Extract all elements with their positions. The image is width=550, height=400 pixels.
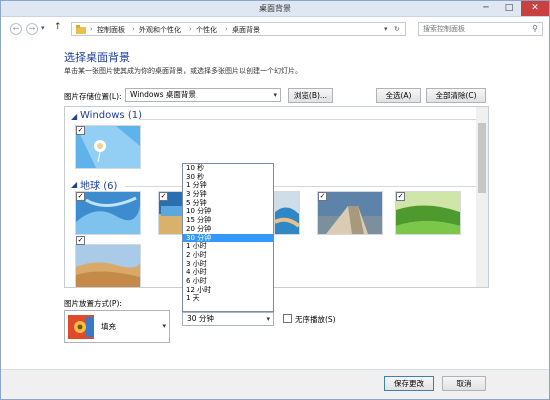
save-button[interactable]: 保存更改 — [384, 376, 434, 391]
page-description: 单击某一张图片使其成为你的桌面背景，或选择多张图片以创建一个幻灯片。 — [64, 67, 302, 75]
wallpaper-checkbox[interactable]: ✓ — [76, 192, 85, 201]
group-header-earth[interactable]: 地球 (6) — [80, 177, 117, 192]
search-input[interactable] — [419, 23, 524, 35]
location-label: 图片存储位置(L): — [64, 92, 122, 101]
select-all-button[interactable]: 全选(A) — [376, 88, 421, 103]
interval-option-selected[interactable]: 30 分钟 — [183, 233, 273, 243]
address-bar[interactable]: › 控制面板 › 外观和个性化 › 个性化 › 桌面背景 ▾ ↻ — [71, 22, 406, 36]
chevron-down-icon: ▾ — [162, 322, 166, 330]
group-name: Windows — [80, 110, 125, 121]
group-header-windows[interactable]: Windows (1) — [80, 110, 142, 121]
up-arrow-icon[interactable]: ↑ — [54, 22, 62, 32]
interval-value: 30 分钟 — [187, 314, 214, 323]
position-label: 图片放置方式(P): — [64, 299, 122, 308]
location-select[interactable]: Windows 桌面背景 ▾ — [125, 88, 281, 102]
address-dropdown-icon[interactable]: ▾ — [384, 25, 388, 33]
collapse-triangle-icon[interactable]: ◢ — [71, 112, 77, 121]
cancel-button[interactable]: 取消 — [442, 376, 486, 391]
minimize-button[interactable]: ─ — [475, 1, 497, 16]
group-divider — [140, 119, 480, 120]
back-arrow-icon[interactable]: ← — [10, 23, 22, 35]
recent-dropdown-icon[interactable]: ▾ — [41, 24, 45, 32]
forward-arrow-icon[interactable]: → — [26, 23, 38, 35]
close-button[interactable]: ✕ — [521, 1, 549, 16]
wallpaper-checkbox[interactable]: ✓ — [76, 126, 85, 135]
search-box[interactable]: ⚲ — [418, 22, 543, 36]
chevron-down-icon: ▾ — [273, 91, 277, 99]
interval-option[interactable]: 3 分钟 — [183, 190, 273, 199]
maximize-button[interactable]: □ — [498, 1, 520, 16]
interval-option[interactable]: 15 分钟 — [183, 216, 273, 225]
interval-dropdown-list[interactable]: 10 秒 30 秒 1 分钟 3 分钟 5 分钟 10 分钟 15 分钟 20 … — [182, 163, 274, 312]
wallpaper-thumb-earth-6[interactable] — [75, 244, 141, 287]
interval-option[interactable]: 30 秒 — [183, 173, 273, 182]
folder-icon — [76, 25, 86, 36]
breadcrumb-personalization[interactable]: 个性化 — [196, 25, 217, 35]
interval-option[interactable]: 6 小时 — [183, 277, 273, 286]
wallpaper-checkbox[interactable]: ✓ — [159, 192, 168, 201]
interval-option[interactable]: 10 分钟 — [183, 207, 273, 216]
breadcrumb-sep: › — [225, 25, 228, 33]
breadcrumb-control-panel[interactable]: 控制面板 — [97, 25, 125, 35]
browse-button[interactable]: 浏览(B)... — [288, 88, 333, 103]
wallpaper-gallery: ◢ Windows (1) ✓ ◢ 地球 (6) ✓ ✓ ✓ ✓ ✓ — [64, 106, 489, 288]
group-divider — [125, 186, 480, 187]
breadcrumb-appearance[interactable]: 外观和个性化 — [139, 25, 181, 35]
footer-bar: 保存更改 取消 — [1, 369, 549, 399]
shuffle-checkbox[interactable] — [283, 314, 292, 323]
interval-option[interactable]: 3 小时 — [183, 260, 273, 269]
wallpaper-thumb-earth-3[interactable] — [274, 191, 301, 235]
interval-option[interactable]: 10 秒 — [183, 164, 273, 173]
page-heading: 选择桌面背景 — [64, 51, 130, 64]
breadcrumb-sep: › — [132, 25, 135, 33]
wallpaper-checkbox[interactable]: ✓ — [318, 192, 327, 201]
location-value: Windows 桌面背景 — [130, 90, 196, 99]
shuffle-label: 无序播放(S) — [295, 315, 336, 324]
interval-option[interactable]: 4 小时 — [183, 268, 273, 277]
interval-option[interactable]: 1 天 — [183, 294, 273, 303]
clear-all-button[interactable]: 全部清除(C) — [426, 88, 486, 103]
position-select[interactable]: 填充 ▾ — [64, 310, 170, 343]
interval-option[interactable]: 12 小时 — [183, 286, 273, 295]
window-title: 桌面背景 — [259, 4, 291, 13]
wallpaper-checkbox[interactable]: ✓ — [76, 236, 85, 245]
position-value: 填充 — [101, 322, 116, 331]
search-icon[interactable]: ⚲ — [532, 24, 538, 33]
wallpaper-checkbox[interactable]: ✓ — [396, 192, 405, 201]
breadcrumb-sep: › — [189, 25, 192, 33]
interval-option[interactable]: 1 小时 — [183, 242, 273, 251]
title-bar: 桌面背景 ─ □ ✕ — [1, 1, 549, 17]
breadcrumb-sep: › — [90, 25, 93, 33]
interval-option[interactable]: 5 分钟 — [183, 199, 273, 208]
interval-option[interactable]: 1 分钟 — [183, 181, 273, 190]
position-preview-icon — [68, 315, 94, 339]
chevron-down-icon: ▾ — [266, 315, 270, 323]
interval-select[interactable]: 30 分钟 ▾ — [182, 312, 274, 326]
refresh-button[interactable]: ↻ — [394, 25, 400, 33]
navigation-bar: ← → ▾ ↑ › 控制面板 › 外观和个性化 › 个性化 › 桌面背景 ▾ ↻… — [1, 18, 549, 40]
collapse-triangle-icon[interactable]: ◢ — [71, 180, 77, 189]
scrollbar-thumb[interactable] — [478, 123, 486, 193]
desktop-background-window: 桌面背景 ─ □ ✕ ← → ▾ ↑ › 控制面板 › 外观和个性化 › 个性化… — [0, 0, 550, 400]
interval-option[interactable]: 20 分钟 — [183, 225, 273, 234]
interval-option[interactable]: 2 小时 — [183, 251, 273, 260]
breadcrumb-desktop-background[interactable]: 桌面背景 — [232, 25, 260, 35]
